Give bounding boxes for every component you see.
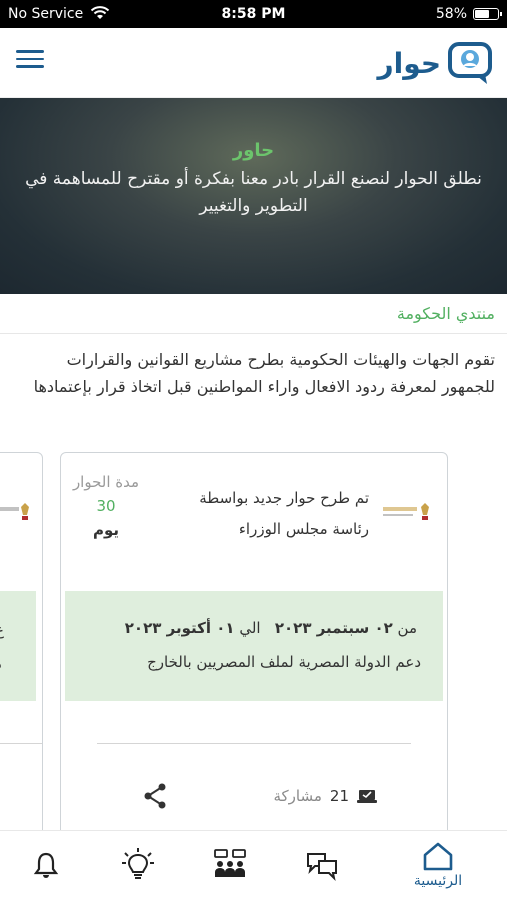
dialogue-duration: مدة الحوار 30 يوم (65, 473, 147, 539)
date-to-word: الي (239, 619, 261, 637)
duration-unit: يوم (92, 521, 120, 539)
chat-bubbles-icon (307, 853, 337, 882)
card-divider (97, 743, 411, 744)
chat-bubble-logo-icon (448, 42, 492, 84)
dialogue-card[interactable]: تم طرح حوار جديد بواسطة رئاسة مجلس الوزر… (60, 452, 448, 852)
lightbulb-icon (122, 848, 154, 879)
brand-logo: حوار (378, 38, 495, 88)
nav-dialogues[interactable] (290, 841, 354, 893)
nav-home-label: الرئيسية (413, 873, 463, 889)
peek-text: د (0, 655, 2, 673)
nav-notifications[interactable] (14, 841, 78, 893)
participants-count: 21 (329, 787, 349, 805)
nav-community[interactable] (198, 841, 262, 893)
section-description: تقوم الجهات والهيئات الحكومية بطرح مشاري… (33, 350, 495, 396)
dialogue-topic: دعم الدولة المصرية لملف المصريين بالخارج (147, 653, 421, 671)
brand-name: حوار (377, 46, 441, 80)
card-details-panel: من ٠٢ سبتمبر ٢٠٢٣ الي ٠١ أكتوبر ٢٠٢٣ دعم… (65, 591, 443, 701)
participants-info: 21 مشاركة (273, 787, 377, 805)
government-emblem-icon (383, 503, 429, 520)
hero-description: نطلق الحوار لنصنع القرار بادر معنا بفكرة… (25, 169, 482, 216)
posted-authority: رئاسة مجلس الوزراء (238, 520, 369, 538)
date-from-word: من (397, 619, 417, 637)
date-to: ٠١ أكتوبر ٢٠٢٣ (124, 619, 235, 637)
home-icon (423, 842, 453, 871)
section-title: منتدي الحكومة (396, 304, 495, 323)
duration-label: مدة الحوار (72, 473, 140, 491)
battery-icon (473, 8, 502, 20)
nav-ideas[interactable] (106, 841, 170, 893)
hamburger-menu-icon[interactable] (16, 50, 44, 74)
peek-details-panel: ع د (0, 591, 36, 701)
date-range: من ٠٢ سبتمبر ٢٠٢٣ الي ٠١ أكتوبر ٢٠٢٣ (125, 619, 417, 637)
bottom-navigation: الرئيسية (0, 830, 507, 900)
share-icon[interactable] (143, 783, 167, 809)
status-bar: No Service 8:58 PM 58% (0, 0, 507, 28)
hero-banner: حاور نطلق الحوار لنصنع القرار بادر معنا … (0, 98, 507, 294)
peek-divider (0, 743, 42, 744)
dialogue-card-peek[interactable]: ع د (0, 452, 43, 852)
participants-label: مشاركة (273, 787, 322, 805)
hero-title: حاور (232, 140, 275, 161)
app-header: حوار (0, 28, 507, 98)
card-posted-by: تم طرح حوار جديد بواسطة رئاسة مجلس الوزر… (169, 483, 369, 545)
battery-percent: 58% (435, 6, 467, 22)
bell-icon (33, 852, 59, 878)
peek-text: ع (0, 621, 4, 639)
section-divider (0, 333, 507, 334)
people-group-icon (214, 849, 246, 877)
posted-line: تم طرح حوار جديد بواسطة (199, 489, 369, 507)
clock: 8:58 PM (221, 6, 286, 22)
date-from: ٠٢ سبتمبر ٢٠٢٣ (274, 619, 393, 637)
government-emblem-icon (0, 503, 29, 520)
participants-icon (357, 790, 377, 803)
duration-value: 30 (96, 497, 116, 515)
nav-home[interactable]: الرئيسية (406, 841, 470, 893)
